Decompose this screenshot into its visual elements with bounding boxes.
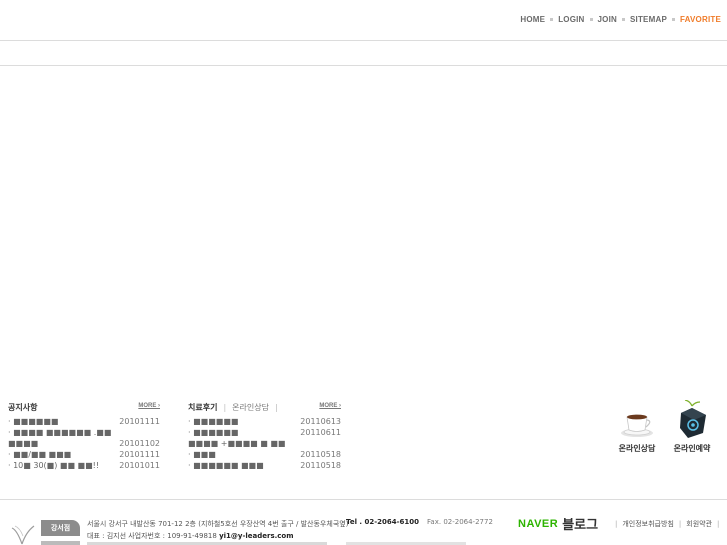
footer-address: 서울시 강서구 내발산동 701-12 2층 (지하철5호선 우장산역 4번 출…	[87, 518, 348, 542]
notice-item-date: 20101102	[119, 439, 160, 448]
menu-divider	[0, 65, 727, 66]
sitemap-link[interactable]: SITEMAP	[630, 15, 667, 24]
review-item-title[interactable]: · ■■■■■■	[188, 428, 238, 437]
tab-review[interactable]: 치료후기	[188, 402, 217, 413]
business-info: 대표 : 김지선 사업자번호 : 109-91-49818 yi1@y-lead…	[87, 530, 348, 542]
review-item-date: 20110611	[300, 428, 341, 437]
list-item[interactable]: ■■■■ 20101102	[8, 439, 160, 450]
online-consult-label: 온라인상담	[618, 444, 656, 453]
review-item-title[interactable]: · ■■■■■■	[188, 417, 238, 426]
naver-logo: NAVER	[518, 517, 559, 530]
link-separator: |	[678, 520, 682, 528]
company-logo-icon	[11, 525, 35, 545]
at-sign-cube-icon	[680, 400, 706, 438]
address-line: 서울시 강서구 내발산동 701-12 2층 (지하철5호선 우장산역 4번 출…	[87, 520, 349, 528]
separator-dot	[550, 18, 554, 21]
list-item[interactable]: ■■■■ +■■■■ ■ ■■	[188, 439, 341, 450]
footer-divider	[0, 499, 727, 500]
link-separator: |	[717, 520, 720, 528]
review-item-title[interactable]: ■■■■ +■■■■ ■ ■■	[188, 439, 285, 448]
header-divider	[0, 40, 727, 41]
tab-online-consult[interactable]: 온라인상담	[232, 402, 269, 413]
list-item[interactable]: · ■■■■■■ 20110611	[188, 428, 341, 439]
notice-item-date: 20101111	[119, 450, 160, 459]
review-item-title[interactable]: · ■■■	[188, 450, 216, 459]
notice-item-title[interactable]: · ■■/■■ ■■■	[8, 450, 71, 459]
naver-blog-link[interactable]: NAVER 블로그	[518, 514, 599, 534]
notice-header: 공지사항 MORE ›	[8, 401, 160, 413]
notice-board: 공지사항 MORE › · ■■■■■■ 20101111 · ■■■■ ■■■■…	[8, 401, 160, 472]
list-item[interactable]: · ■■■■■■ 20110613	[188, 417, 341, 428]
separator-dot	[589, 18, 593, 21]
join-link[interactable]: JOIN	[598, 15, 617, 24]
home-link[interactable]: HOME	[520, 15, 545, 24]
online-reserve-label: 온라인예약	[673, 444, 711, 453]
list-item[interactable]: · ■■/■■ ■■■ 20101111	[8, 450, 160, 461]
list-item[interactable]: · ■■■■■■ 20101111	[8, 417, 160, 428]
separator-dot	[671, 18, 675, 21]
fax-number: Fax. 02-2064-2772	[427, 518, 493, 526]
online-consult-button[interactable]: 온라인상담	[617, 404, 657, 454]
link-separator: |	[615, 520, 618, 528]
notice-item-title[interactable]: · ■■■■■■	[8, 417, 58, 426]
review-board: 치료후기 | 온라인상담 | MORE › · ■■■■■■ 20110613 ·…	[188, 401, 341, 472]
phone-number: Tel . 02-2064-6100	[346, 518, 420, 526]
review-item-date: 20110518	[300, 461, 341, 470]
notice-title[interactable]: 공지사항	[8, 402, 37, 413]
separator-dot	[622, 18, 626, 21]
review-more-link[interactable]: MORE ›	[319, 403, 341, 409]
list-item[interactable]: · 10■ 30(■) ■■ ■■!! 20101011	[8, 461, 160, 472]
coffee-cup-icon	[621, 414, 653, 437]
blog-label: 블로그	[562, 518, 599, 533]
notice-item-date: 20101111	[119, 417, 160, 426]
review-item-date: 20110518	[300, 450, 341, 459]
notice-item-title[interactable]: · ■■■■ ■■■■■■ .■■	[8, 428, 111, 437]
tab-separator: |	[274, 402, 278, 412]
list-item[interactable]: · ■■■■ ■■■■■■ .■■	[8, 428, 160, 439]
footer-links: | 개인정보취급방침 | 회원약관 |	[610, 519, 724, 529]
branch-badge: 강서점	[41, 520, 80, 536]
notice-more-link[interactable]: MORE ›	[138, 403, 160, 409]
review-header: 치료후기 | 온라인상담 | MORE ›	[188, 401, 341, 413]
terms-link[interactable]: 회원약관	[686, 520, 712, 528]
review-list: · ■■■■■■ 20110613 · ■■■■■■ 20110611 ■■■■ +…	[188, 417, 341, 472]
review-item-date: 20110613	[300, 417, 341, 426]
top-nav: HOME LOGIN JOIN SITEMAP FAVORITE	[520, 15, 721, 24]
privacy-policy-link[interactable]: 개인정보취급방침	[622, 520, 674, 528]
online-reserve-button[interactable]: 온라인예약	[671, 400, 713, 454]
favorite-link[interactable]: FAVORITE	[680, 15, 721, 24]
notice-item-date: 20101011	[119, 461, 160, 470]
tab-separator: |	[223, 402, 227, 412]
notice-list: · ■■■■■■ 20101111 · ■■■■ ■■■■■■ .■■ ■■■■ 2…	[8, 417, 160, 472]
representative-info: 대표 : 김지선 사업자번호 : 109-91-49818	[87, 532, 220, 540]
review-item-title[interactable]: · ■■■■■■ ■■■	[188, 461, 264, 470]
branch-badge-next	[41, 541, 80, 545]
notice-item-title[interactable]: ■■■■	[8, 439, 38, 448]
list-item[interactable]: · ■■■ 20110518	[188, 450, 341, 461]
list-item[interactable]: · ■■■■■■ ■■■ 20110518	[188, 461, 341, 472]
login-link[interactable]: LOGIN	[558, 15, 584, 24]
notice-item-title[interactable]: · 10■ 30(■) ■■ ■■!!	[8, 461, 99, 470]
footer-contact: Tel . 02-2064-6100 Fax. 02-2064-2772	[346, 518, 493, 526]
contact-email: yi1@y-leaders.com	[219, 532, 294, 540]
